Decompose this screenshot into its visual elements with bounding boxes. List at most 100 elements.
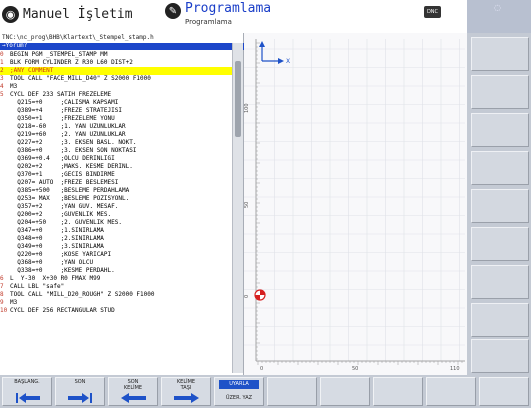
code-line[interactable]: 10 CYCL DEF 256 RECTANGULAR STUD — [0, 307, 232, 315]
code-line[interactable]: Q220=+0 ;KOSE YARICAPI — [0, 251, 232, 259]
code-line[interactable]: Q357=+2 ;YAN GUV. MESAF. — [0, 203, 232, 211]
line-text: Q385=+500 ;BESLEME PERDAHLAMA — [10, 187, 130, 194]
code-line[interactable]: 0 BEGIN PGM _STEMPEL_STAMP MM — [0, 51, 232, 59]
code-line[interactable]: 1 BLK FORM CYLINDER Z R30 L60 DIST+2 — [0, 59, 232, 67]
line-text: Q386=+0 ;3. EKSEN SON NOKTASI — [10, 147, 137, 154]
insert-mode-indicator: UYARLA — [219, 380, 259, 389]
code-line[interactable]: Q207= AUTO ;FREZE BESLEMESI — [0, 179, 232, 187]
line-text: Q357=+2 ;YAN GUV. MESAF. — [10, 203, 119, 210]
line-text: TOOL CALL "FACE_MILL_D40" Z S2000 F1000 — [10, 75, 151, 82]
code-line[interactable]: Q218=-60 ;1. YAN UZUNLUKLAR — [0, 123, 232, 131]
scrollbar-thumb[interactable] — [235, 61, 241, 137]
code-line[interactable]: Q204=+50 ;2. GUVENLIK MES. — [0, 219, 232, 227]
line-number: 4 — [0, 83, 4, 90]
line-text: Q215=+0 ;CALISMA KAPSAMI — [10, 99, 119, 106]
code-line[interactable]: Q200=+2 ;GUVENLIK MES. — [0, 211, 232, 219]
block-indicator-bar: →Yorum? — [0, 42, 244, 50]
code-line[interactable]: Q347=+0 ;1.SINIRLAMA — [0, 227, 232, 235]
graphic-canvas: 100 50 0 0 50 110 X — [244, 33, 467, 375]
right-softkey-1[interactable] — [471, 37, 529, 71]
softkey-8[interactable] — [373, 377, 423, 406]
right-softkey-3[interactable] — [471, 113, 529, 147]
code-line[interactable]: Q349=+0 ;3.SINIRLAMA — [0, 243, 232, 251]
line-text: Q348=+0 ;2.SINIRLAMA — [10, 235, 104, 242]
line-text: Q218=-60 ;1. YAN UZUNLUKLAR — [10, 123, 126, 130]
code-line[interactable]: Q385=+500 ;BESLEME PERDAHLAMA — [0, 187, 232, 195]
code-line[interactable]: Q368=+0 ;YAN OLCU — [0, 259, 232, 267]
line-number: 0 — [0, 51, 4, 58]
programming-mode-label: Programlama — [185, 1, 272, 16]
x-axis-label: X — [286, 58, 290, 65]
code-line[interactable]: Q338=+0 ;KESME PERDAHL. — [0, 267, 232, 275]
right-softkey-7[interactable] — [471, 265, 529, 299]
line-text: Q202=+2 ;MAKS. KESME DERINL. — [10, 163, 133, 170]
code-lines: 0 BEGIN PGM _STEMPEL_STAMP MM 1 BLK FORM CY… — [0, 51, 232, 315]
right-softkey-8[interactable] — [471, 303, 529, 337]
softkey-end[interactable]: SON — [55, 377, 105, 406]
right-softkey-9[interactable] — [471, 339, 529, 373]
line-text: Q220=+0 ;KOSE YARICAPI — [10, 251, 112, 258]
code-line[interactable]: Q386=+0 ;3. EKSEN SON NOKTASI — [0, 147, 232, 155]
softkey-begin-label: BAŞLANG. — [14, 379, 40, 385]
overwrite-label: ÜZER. YAZ — [225, 395, 253, 401]
ruler-left-label: 100 — [244, 103, 250, 113]
softkey-next-word-label2: TAŞI — [180, 385, 192, 391]
right-softkey-5[interactable] — [471, 189, 529, 223]
code-line[interactable]: Q227=+2 ;3. EKSEN BASL. NOKT. — [0, 139, 232, 147]
line-text: Q204=+50 ;2. GUVENLIK MES. — [10, 219, 122, 226]
code-line[interactable]: Q348=+0 ;2.SINIRLAMA — [0, 235, 232, 243]
code-line[interactable]: Q253= MAX ;BESLEME POZISYONL. — [0, 195, 232, 203]
line-text: Q369=+0.4 ;OLCU DERINLIGI — [10, 155, 115, 162]
programming-mode-icon: ✎ — [165, 3, 181, 19]
right-softkey-4[interactable] — [471, 151, 529, 185]
softkey-7[interactable] — [320, 377, 370, 406]
right-softkey-2[interactable] — [471, 75, 529, 109]
arrow-to-start-icon — [16, 393, 40, 403]
mode-programming[interactable]: ✎ Programlama Programlama — [165, 1, 375, 31]
mode-manual-operation[interactable]: ◉ Manuel İşletim — [2, 2, 152, 26]
line-text: CALL LBL "safe" — [10, 283, 65, 290]
graphic-view[interactable]: 100 50 0 0 50 110 X — [244, 33, 467, 375]
editor-scrollbar[interactable] — [232, 43, 243, 373]
graphic-background — [244, 33, 467, 375]
code-line[interactable]: 5 CYCL DEF 233 SATIH FREZELEME — [0, 91, 232, 99]
code-line[interactable]: 9 M3 — [0, 299, 232, 307]
softkey-begin[interactable]: BAŞLANG. — [2, 377, 52, 406]
bottom-softkey-bar: BAŞLANG. SON SON KELİME KELİME TAŞI UYAR… — [0, 375, 531, 408]
line-text: ;ANY COMMENT — [10, 67, 54, 74]
code-line[interactable]: 3 TOOL CALL "FACE_MILL_D40" Z S2000 F1000 — [0, 75, 232, 83]
code-line[interactable]: 4 M3 — [0, 83, 232, 91]
right-softkey-6[interactable] — [471, 227, 529, 261]
code-line[interactable]: Q215=+0 ;CALISMA KAPSAMI — [0, 99, 232, 107]
softkey-9[interactable] — [426, 377, 476, 406]
manual-mode-label: Manuel İşletim — [23, 6, 133, 22]
code-line[interactable]: 8 TOOL CALL "MILL_D20_ROUGH" Z S2000 F100… — [0, 291, 232, 299]
programming-mode-sublabel: Programlama — [185, 18, 232, 26]
softkey-next-word[interactable]: KELİME TAŞI — [161, 377, 211, 406]
header-bar: ◉ Manuel İşletim ✎ Programlama Programla… — [0, 0, 531, 33]
line-text: BLK FORM CYLINDER Z R30 L60 DIST+2 — [10, 59, 133, 66]
code-line[interactable]: Q369=+0.4 ;OLCU DERINLIGI — [0, 155, 232, 163]
code-line[interactable]: 6 L Y-30 X+30 R0 FMAX M99 — [0, 275, 232, 283]
ruler-bottom-label: 0 — [260, 366, 263, 372]
ruler-bottom-label: 110 — [450, 366, 460, 372]
right-softkey-bar — [467, 33, 531, 375]
code-line[interactable]: 7 CALL LBL "safe" — [0, 283, 232, 291]
code-line[interactable]: Q202=+2 ;MAKS. KESME DERINL. — [0, 163, 232, 171]
program-editor[interactable]: TNC:\nc_prog\BHB\Klartext\_Stempel_stamp… — [0, 33, 244, 375]
line-text: Q370=+1 ;GECIS BINDIRME — [10, 171, 115, 178]
code-line[interactable]: Q370=+1 ;GECIS BINDIRME — [0, 171, 232, 179]
code-line[interactable]: Q219=+60 ;2. YAN UZUNLUKLAR — [0, 131, 232, 139]
code-line[interactable]: 2 ;ANY COMMENT — [0, 67, 232, 75]
softkey-insert-overwrite[interactable]: UYARLA ÜZER. YAZ — [214, 377, 264, 406]
code-line[interactable]: Q389=+4 ;FREZE STRATEJISI — [0, 107, 232, 115]
ruler-left-label: 0 — [244, 295, 250, 298]
line-number: 6 — [0, 275, 4, 282]
softkey-6[interactable] — [267, 377, 317, 406]
softkey-prev-word[interactable]: SON KELİME — [108, 377, 158, 406]
code-line[interactable]: Q350=+1 ;FREZELEME YONU — [0, 115, 232, 123]
line-text: Q349=+0 ;3.SINIRLAMA — [10, 243, 104, 250]
status-icon: ◌ — [494, 3, 501, 12]
softkey-10[interactable] — [479, 377, 529, 406]
line-text: TOOL CALL "MILL_D20_ROUGH" Z S2000 F1000 — [10, 291, 155, 298]
